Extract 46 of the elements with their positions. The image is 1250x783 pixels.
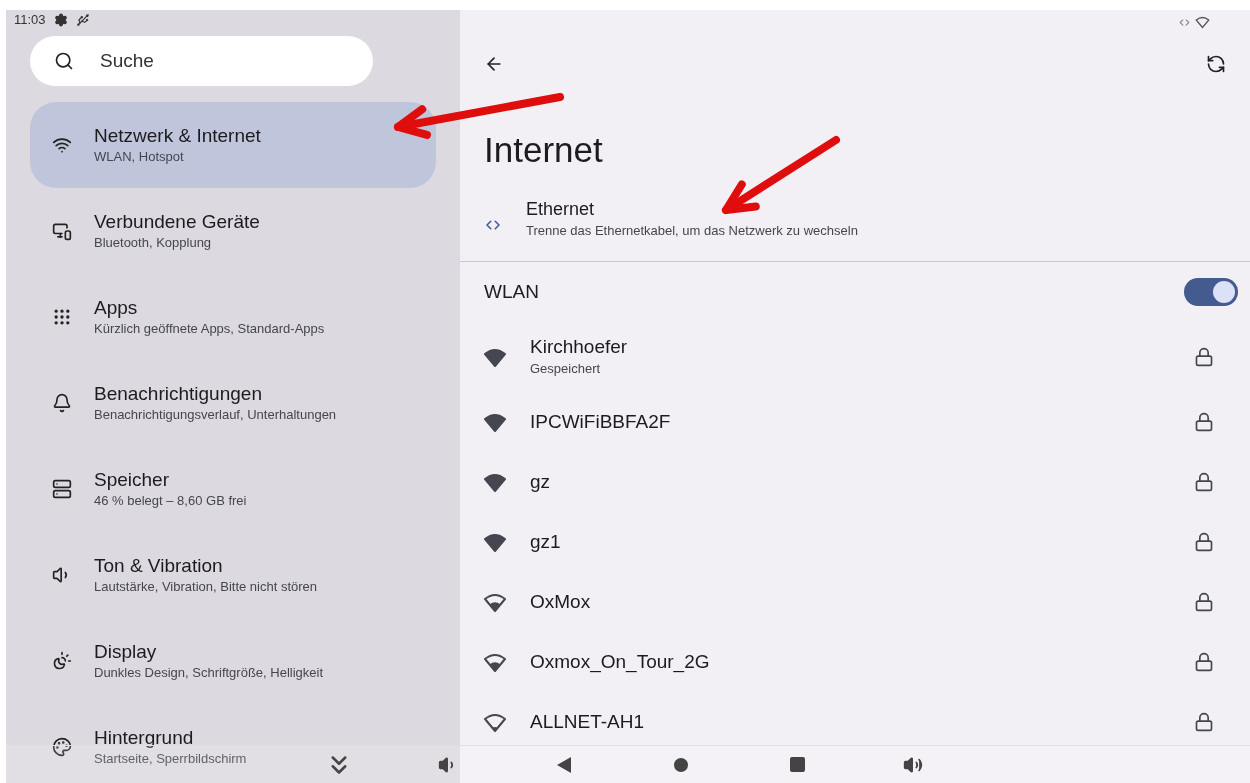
- item-title: Benachrichtigungen: [94, 381, 263, 406]
- item-title: Ton & Vibration: [94, 553, 224, 578]
- item-subtitle: Dunkles Design, Schriftgröße, Helligkeit: [94, 663, 324, 682]
- sidebar-item[interactable]: Benachrichtigungen Benachrichtigungsverlauf, Unterhaltungen: [30, 359, 436, 446]
- ethernet-row[interactable]: Ethernet Trenne das Ethernetkabel, um das Netzwerk zu wechseln: [460, 188, 1250, 262]
- item-subtitle: WLAN, Hotspot: [94, 147, 185, 166]
- item-title: Speicher: [94, 467, 170, 492]
- ethernet-subtitle: Trenne das Ethernetkabel, um das Netzwerk zu wechseln: [526, 221, 858, 240]
- network-row[interactable]: gz: [460, 452, 1250, 512]
- network-row[interactable]: Oxmox_On_Tour_2G: [460, 632, 1250, 692]
- network-row[interactable]: ALLNET-AH1: [460, 692, 1250, 752]
- item-title: Apps: [94, 295, 139, 320]
- network-name: OxMox: [530, 590, 592, 614]
- item-subtitle: 46 % belegt – 8,60 GB frei: [94, 491, 247, 510]
- wlan-label: WLAN: [484, 279, 539, 304]
- network-row[interactable]: IPCWiFiBBFA2F: [460, 392, 1250, 452]
- ethernet-title: Ethernet: [526, 197, 596, 221]
- sidebar-item[interactable]: Display Dunkles Design, Schriftgröße, Helligkeit: [30, 617, 436, 704]
- sidebar-item[interactable]: Netzwerk & Internet WLAN, Hotspot: [30, 101, 436, 188]
- sidebar-item[interactable]: Ton & Vibration Lautstärke, Vibration, Bitte nicht stören: [30, 531, 436, 618]
- item-title: Verbundene Geräte: [94, 209, 260, 234]
- item-subtitle: Bluetooth, Kopplung: [94, 233, 213, 252]
- sidebar-item[interactable]: Verbundene Geräte Bluetooth, Kopplung: [30, 187, 436, 274]
- network-row[interactable]: gz1: [460, 512, 1250, 572]
- network-status: Gespeichert: [530, 360, 602, 379]
- network-name: ALLNET-AH1: [530, 710, 646, 734]
- item-subtitle: Benachrichtigungsverlauf, Unterhaltungen: [94, 405, 337, 424]
- item-title: Display: [94, 639, 158, 664]
- item-title: Hintergrund: [94, 725, 195, 750]
- network-row[interactable]: Kirchhoefer Gespeichert: [460, 322, 1250, 392]
- page-title: Internet: [483, 129, 604, 171]
- network-row[interactable]: OxMox: [460, 572, 1250, 632]
- item-subtitle: Lautstärke, Vibration, Bitte nicht stören: [94, 577, 318, 596]
- network-name: Kirchhoefer: [530, 335, 629, 360]
- search-field[interactable]: Suche: [30, 35, 373, 86]
- network-name: Oxmox_On_Tour_2G: [530, 650, 711, 674]
- item-subtitle: Kürzlich geöffnete Apps, Standard-Apps: [94, 319, 325, 338]
- sidebar-item[interactable]: Apps Kürzlich geöffnete Apps, Standard-Apps: [30, 273, 436, 360]
- item-title: Netzwerk & Internet: [94, 123, 261, 148]
- sidebar-item[interactable]: Speicher 46 % belegt – 8,60 GB frei: [30, 445, 436, 532]
- clock-text: 11:03: [14, 11, 46, 29]
- network-name: IPCWiFiBBFA2F: [530, 410, 672, 434]
- network-name: gz: [530, 470, 552, 494]
- network-name: gz1: [530, 530, 562, 554]
- sidebar-item[interactable]: Hintergrund Startseite, Sperrbildschirm: [30, 703, 436, 783]
- item-subtitle: Startseite, Sperrbildschirm: [94, 749, 247, 768]
